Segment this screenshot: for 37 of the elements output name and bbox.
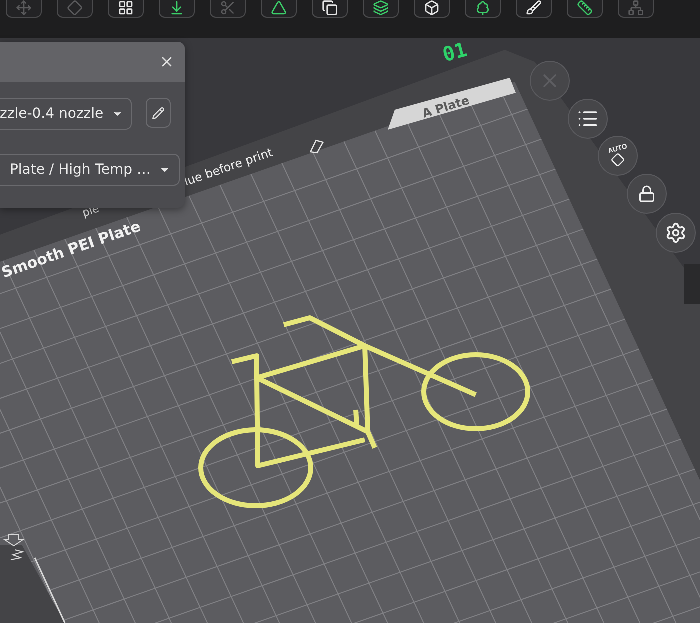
toolbar-button[interactable] <box>414 0 450 18</box>
toolbar-button[interactable] <box>159 0 195 18</box>
move-icon <box>16 0 32 16</box>
spring-icon <box>3 534 25 560</box>
printer-dropdown[interactable]: zzle-0.4 nozzle <box>0 98 132 130</box>
settings-icon <box>665 222 687 244</box>
toolbar-button[interactable] <box>312 0 348 18</box>
tree-icon <box>475 0 491 16</box>
side-button[interactable] <box>627 174 667 214</box>
lock-icon <box>638 185 656 203</box>
scissors-icon <box>220 0 236 16</box>
side-button[interactable] <box>656 213 696 253</box>
copy-icon <box>322 0 338 16</box>
plate-tab-label: A Plate <box>420 93 472 121</box>
diamond-icon <box>611 152 625 166</box>
toolbar-button[interactable] <box>465 0 501 18</box>
toolbar-button[interactable] <box>363 0 399 18</box>
arrow-down-icon <box>169 0 185 16</box>
side-button[interactable] <box>568 99 608 139</box>
triangle-icon <box>271 0 287 16</box>
grid-icon <box>118 0 134 16</box>
edit-button[interactable] <box>146 98 171 128</box>
toolbar-button[interactable] <box>261 0 297 18</box>
bed-edge-line <box>34 558 66 623</box>
cube-icon <box>424 0 440 16</box>
toolbar-button[interactable] <box>516 0 552 18</box>
diamond-icon <box>67 0 83 16</box>
plate-type-dropdown[interactable]: Plate / High Temp … <box>0 154 180 186</box>
brush-icon <box>526 0 542 16</box>
plate-number: 01 <box>440 38 470 67</box>
toolbar-button[interactable] <box>567 0 603 18</box>
toolbar-button[interactable] <box>108 0 144 18</box>
layers-icon <box>373 0 389 16</box>
bed-note: lue before print <box>182 145 275 189</box>
network-icon <box>628 0 644 16</box>
side-panel <box>684 264 700 304</box>
ruler-icon <box>577 0 593 16</box>
